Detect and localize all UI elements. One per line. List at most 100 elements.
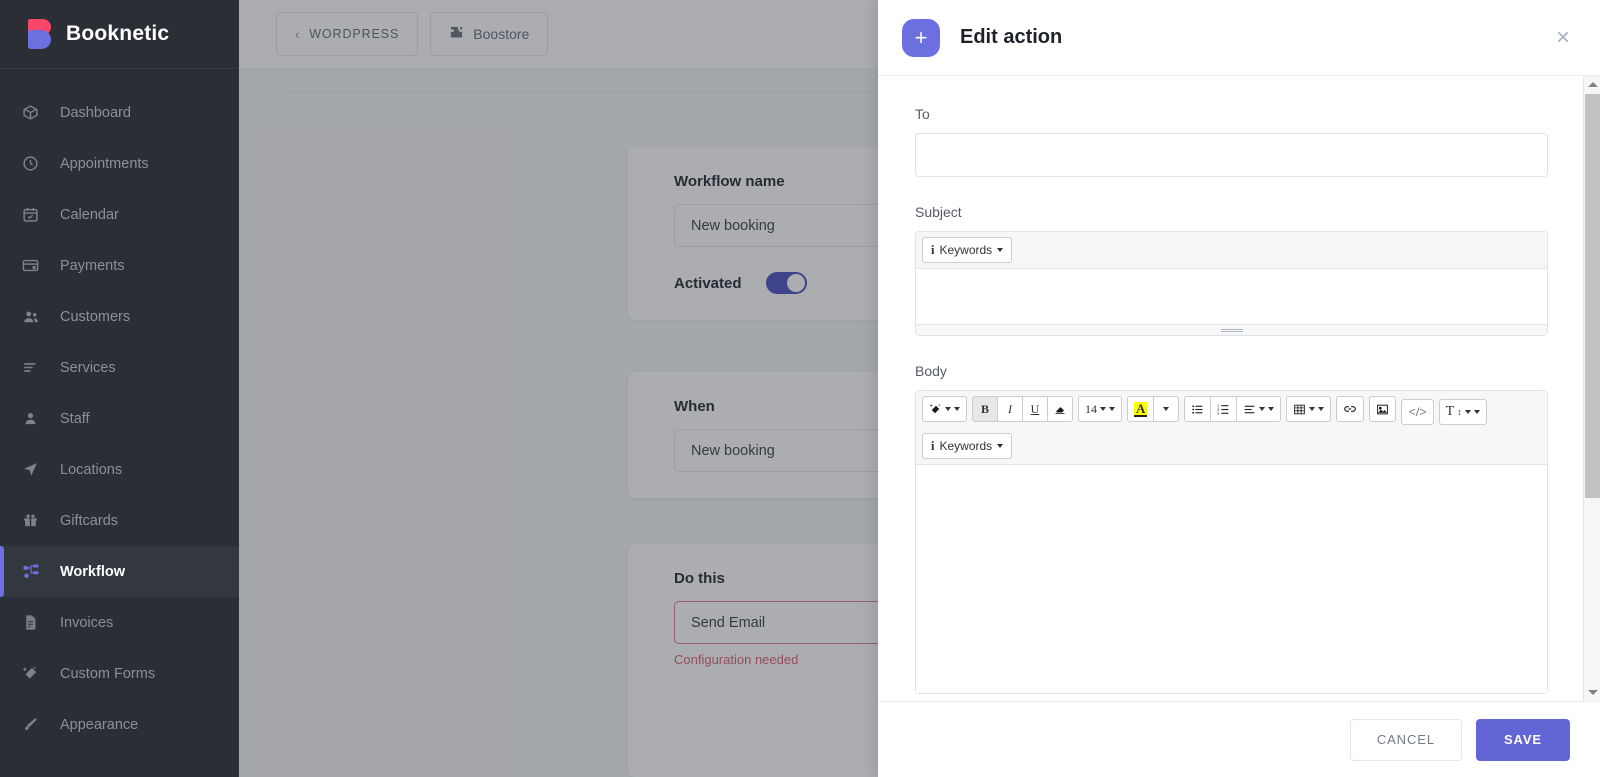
modal-header: + Edit action × bbox=[878, 0, 1600, 76]
sidebar-item-label: Payments bbox=[60, 257, 125, 274]
close-icon[interactable]: × bbox=[1556, 25, 1570, 50]
text-color-dropdown[interactable] bbox=[1153, 396, 1180, 422]
users-icon bbox=[22, 308, 48, 326]
sidebar-item-calendar[interactable]: Calendar bbox=[0, 189, 239, 240]
workflow-icon bbox=[22, 563, 48, 581]
paragraph-align-icon[interactable] bbox=[1236, 396, 1282, 422]
code-view-icon[interactable]: </> bbox=[1401, 399, 1434, 425]
sidebar-item-label: Services bbox=[60, 359, 116, 376]
subject-editor-statusbar[interactable] bbox=[916, 324, 1547, 335]
keywords-dropdown[interactable]: i Keywords bbox=[922, 433, 1013, 459]
body-editor: B I U 14 A 1 2 3 </> T ↕ i Keywords bbox=[915, 390, 1548, 694]
wallet-icon bbox=[22, 257, 48, 275]
sidebar-item-appearance[interactable]: Appearance bbox=[0, 699, 239, 750]
keywords-label: Keywords bbox=[939, 243, 993, 257]
sidebar-item-label: Dashboard bbox=[60, 104, 131, 121]
body-input-area[interactable] bbox=[916, 465, 1547, 693]
subject-editor: i Keywords bbox=[915, 231, 1548, 336]
sidebar-item-appointments[interactable]: Appointments bbox=[0, 138, 239, 189]
subject-label: Subject bbox=[915, 204, 962, 220]
scroll-down-arrow-icon[interactable] bbox=[1584, 684, 1600, 701]
magic-wand-style-icon[interactable] bbox=[922, 396, 967, 422]
sidebar-item-label: Staff bbox=[60, 410, 90, 427]
document-icon bbox=[22, 614, 48, 632]
subject-input-area[interactable] bbox=[916, 269, 1547, 324]
modal-title: Edit action bbox=[960, 26, 1063, 48]
code-view-group: </> bbox=[1401, 399, 1434, 425]
picture-group bbox=[1369, 396, 1397, 425]
box-icon bbox=[22, 104, 48, 122]
bold-icon[interactable]: B bbox=[972, 396, 998, 422]
info-icon: i bbox=[931, 242, 935, 257]
keywords-label: Keywords bbox=[939, 439, 993, 453]
ordered-list-icon[interactable]: 123 bbox=[1210, 396, 1238, 422]
svg-text:3: 3 bbox=[1217, 410, 1219, 415]
subject-editor-toolbar: i Keywords bbox=[916, 232, 1547, 269]
sidebar-item-workflow[interactable]: Workflow bbox=[0, 546, 239, 597]
style-group bbox=[922, 396, 967, 425]
list-group: 123 bbox=[1184, 396, 1282, 425]
modal-scrollbar[interactable] bbox=[1583, 76, 1600, 701]
text-color-icon[interactable]: A bbox=[1127, 396, 1155, 422]
keywords-dropdown[interactable]: i Keywords bbox=[922, 237, 1013, 263]
font-style-group: B I U bbox=[972, 396, 1073, 425]
chevron-down-icon bbox=[1109, 407, 1115, 411]
chevron-down-icon bbox=[1163, 407, 1170, 411]
save-button[interactable]: SAVE bbox=[1475, 718, 1570, 761]
scrollbar-thumb[interactable] bbox=[1585, 94, 1600, 498]
edit-action-modal: + Edit action × To Subject i Keywords Bo… bbox=[878, 0, 1600, 777]
table-icon[interactable] bbox=[1286, 396, 1332, 422]
eraser-icon[interactable] bbox=[1047, 396, 1073, 422]
chevron-down-icon bbox=[997, 444, 1004, 448]
sidebar-item-custom-forms[interactable]: Custom Forms bbox=[0, 648, 239, 699]
chevron-down-icon bbox=[1309, 407, 1316, 411]
body-label: Body bbox=[915, 363, 947, 379]
scroll-up-arrow-icon[interactable] bbox=[1584, 76, 1600, 93]
subject-keywords-group: i Keywords bbox=[922, 237, 1013, 263]
italic-icon[interactable]: I bbox=[997, 396, 1023, 422]
brush-icon bbox=[22, 716, 48, 734]
sidebar-item-label: Custom Forms bbox=[60, 665, 156, 682]
sidebar-item-dashboard[interactable]: Dashboard bbox=[0, 87, 239, 138]
sidebar-item-payments[interactable]: Payments bbox=[0, 240, 239, 291]
unordered-list-icon[interactable] bbox=[1184, 396, 1212, 422]
underline-icon[interactable]: U bbox=[1022, 396, 1048, 422]
line-height-letter: T bbox=[1445, 404, 1455, 419]
sidebar-item-services[interactable]: Services bbox=[0, 342, 239, 393]
sidebar-item-locations[interactable]: Locations bbox=[0, 444, 239, 495]
chevron-down-icon bbox=[1464, 410, 1471, 414]
chevron-down-icon bbox=[997, 248, 1004, 252]
user-icon bbox=[22, 410, 48, 428]
sidebar-item-invoices[interactable]: Invoices bbox=[0, 597, 239, 648]
navigation-icon bbox=[22, 461, 48, 479]
sidebar: Booknetic Dashboard Appointments Calenda… bbox=[0, 0, 239, 777]
cancel-button[interactable]: CANCEL bbox=[1349, 718, 1462, 761]
gift-icon bbox=[22, 512, 48, 530]
chevron-down-icon bbox=[1473, 410, 1480, 414]
chevron-down-icon bbox=[945, 407, 951, 411]
info-icon: i bbox=[931, 438, 935, 453]
modal-body: To Subject i Keywords Body B I U 14 A 1 … bbox=[878, 76, 1600, 701]
sidebar-item-label: Customers bbox=[60, 308, 131, 325]
link-group bbox=[1336, 396, 1365, 425]
plus-icon: + bbox=[902, 18, 940, 57]
resize-grip-icon[interactable] bbox=[1220, 327, 1243, 333]
line-height-icon[interactable]: T ↕ bbox=[1438, 399, 1487, 425]
sidebar-item-staff[interactable]: Staff bbox=[0, 393, 239, 444]
table-group bbox=[1286, 396, 1332, 425]
link-icon[interactable] bbox=[1336, 396, 1365, 422]
sidebar-item-giftcards[interactable]: Giftcards bbox=[0, 495, 239, 546]
to-input[interactable] bbox=[915, 133, 1548, 177]
sidebar-item-label: Appointments bbox=[60, 155, 149, 172]
sidebar-item-label: Calendar bbox=[60, 206, 119, 223]
font-size-icon[interactable]: 14 bbox=[1078, 396, 1122, 422]
body-keywords-group: i Keywords bbox=[922, 433, 1013, 459]
app-root: Booknetic Dashboard Appointments Calenda… bbox=[0, 0, 1600, 777]
picture-icon[interactable] bbox=[1369, 396, 1397, 422]
sidebar-item-customers[interactable]: Customers bbox=[0, 291, 239, 342]
font-size-value: 14 bbox=[1085, 401, 1097, 416]
brand[interactable]: Booknetic bbox=[0, 0, 239, 69]
sidebar-item-label: Locations bbox=[60, 461, 123, 478]
clock-icon bbox=[22, 155, 48, 173]
chevron-down-icon bbox=[1318, 407, 1325, 411]
